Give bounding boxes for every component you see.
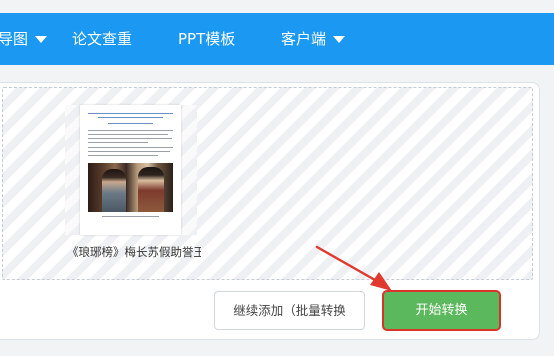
- annotation-arrow-icon: [315, 245, 392, 291]
